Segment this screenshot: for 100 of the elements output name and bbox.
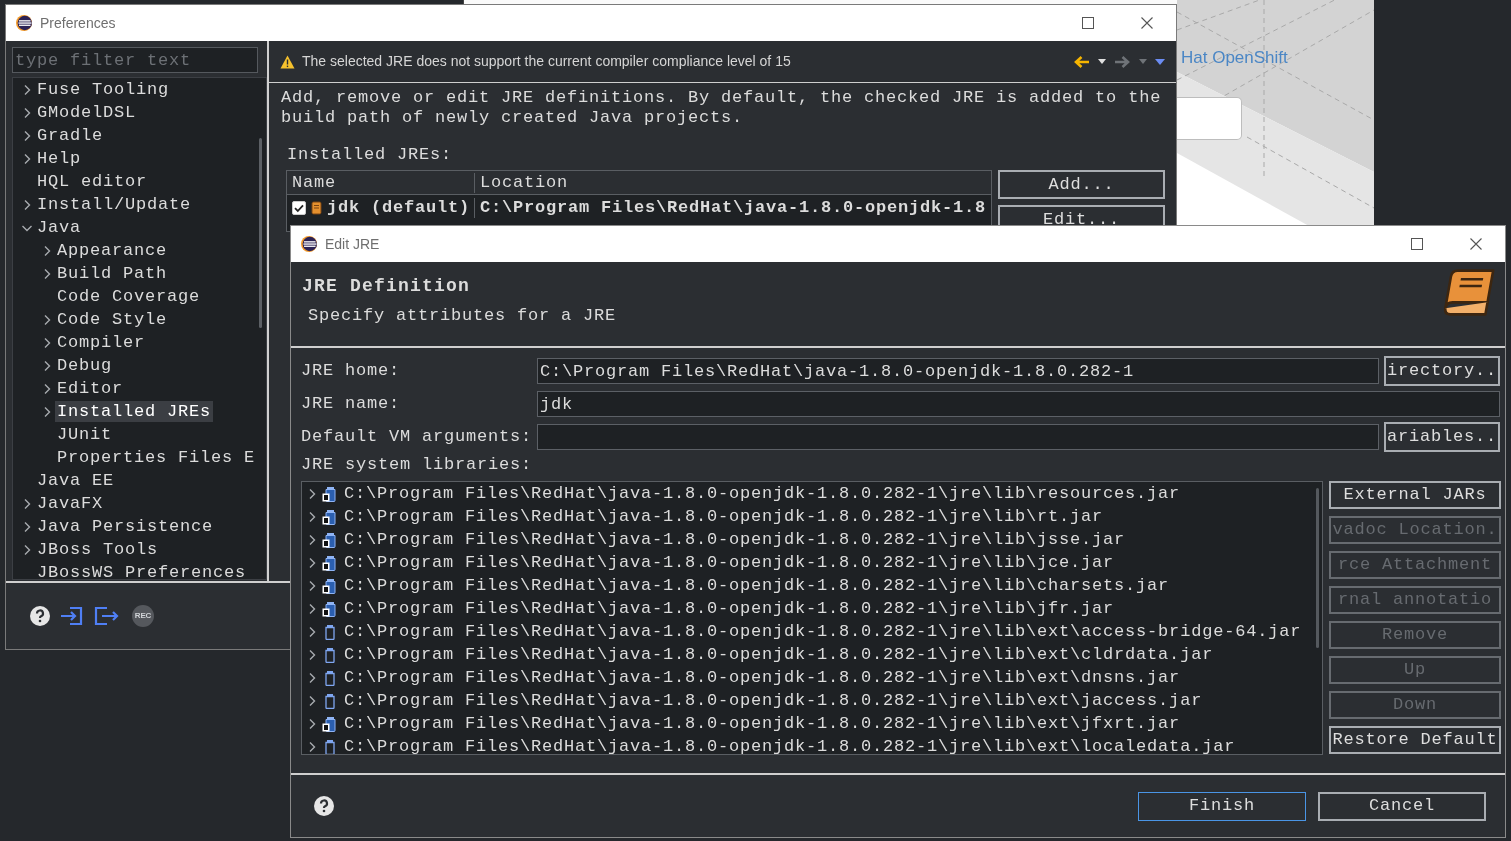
tree-item[interactable]: JUnit bbox=[55, 424, 114, 445]
help-icon[interactable] bbox=[314, 796, 334, 816]
side-button[interactable]: Restore Default bbox=[1329, 726, 1501, 754]
dropdown-caret-icon[interactable] bbox=[1098, 59, 1106, 64]
close-icon[interactable] bbox=[1141, 17, 1153, 29]
chevron-right-icon[interactable] bbox=[308, 556, 316, 569]
library-path[interactable]: C:\Program Files\RedHat\java-1.8.0-openjdk-1.8.0.282-1\jre\lib\ext\cldrdata.jar bbox=[344, 644, 1214, 665]
dialog-heading: JRE Definition bbox=[302, 275, 472, 298]
chevron-right-icon[interactable] bbox=[308, 625, 316, 638]
side-button[interactable]: External JARs bbox=[1329, 481, 1501, 509]
tree-item[interactable]: Appearance bbox=[55, 240, 170, 261]
scrollbar-thumb[interactable] bbox=[259, 138, 262, 328]
chevron-right-icon[interactable] bbox=[308, 510, 316, 523]
library-path[interactable]: C:\Program Files\RedHat\java-1.8.0-openjdk-1.8.0.282-1\jre\lib\charsets.jar bbox=[344, 575, 1170, 596]
chevron-right-icon[interactable] bbox=[43, 382, 51, 395]
chevron-right-icon[interactable] bbox=[308, 648, 316, 661]
chevron-right-icon[interactable] bbox=[23, 520, 31, 533]
back-arrow-icon[interactable] bbox=[1073, 54, 1090, 69]
scrollbar-thumb[interactable] bbox=[1316, 488, 1319, 648]
chevron-right-icon[interactable] bbox=[23, 198, 31, 211]
chevron-right-icon[interactable] bbox=[43, 405, 51, 418]
import-icon[interactable] bbox=[60, 606, 84, 626]
chevron-right-icon[interactable] bbox=[43, 267, 51, 280]
library-path[interactable]: C:\Program Files\RedHat\java-1.8.0-openjdk-1.8.0.282-1\jre\lib\ext\localedata.jar bbox=[344, 736, 1236, 754]
library-path[interactable]: C:\Program Files\RedHat\java-1.8.0-openjdk-1.8.0.282-1\jre\lib\rt.jar bbox=[344, 506, 1104, 527]
chevron-right-icon[interactable] bbox=[308, 487, 316, 500]
chevron-down-icon[interactable] bbox=[21, 223, 33, 232]
field-action-button[interactable]: irectory.. bbox=[1384, 356, 1500, 386]
library-path[interactable]: C:\Program Files\RedHat\java-1.8.0-openjdk-1.8.0.282-1\jre\lib\ext\dnsns.jar bbox=[344, 667, 1181, 688]
tree-item[interactable]: GModelDSL bbox=[35, 102, 138, 123]
tree-item[interactable]: Install/Update bbox=[35, 194, 194, 215]
forward-arrow-icon[interactable] bbox=[1114, 54, 1131, 69]
library-path[interactable]: C:\Program Files\RedHat\java-1.8.0-openjdk-1.8.0.282-1\jre\lib\ext\jaccess.jar bbox=[344, 690, 1203, 711]
tree-item[interactable]: Editor bbox=[55, 378, 125, 399]
chevron-right-icon[interactable] bbox=[23, 83, 31, 96]
tree-item[interactable]: JBossWS Preferences bbox=[35, 562, 249, 579]
chevron-right-icon[interactable] bbox=[308, 602, 316, 615]
library-path[interactable]: C:\Program Files\RedHat\java-1.8.0-openjdk-1.8.0.282-1\jre\lib\jfr.jar bbox=[344, 598, 1115, 619]
dialog-button[interactable]: Add... bbox=[998, 170, 1165, 199]
text-field[interactable] bbox=[537, 424, 1379, 450]
field-label: Default VM arguments: bbox=[301, 427, 534, 447]
chevron-right-icon[interactable] bbox=[23, 106, 31, 119]
record-button[interactable]: REC bbox=[132, 605, 154, 627]
dialog-button[interactable]: Cancel bbox=[1318, 791, 1486, 821]
column-header[interactable]: Name bbox=[287, 172, 475, 193]
jar-icon bbox=[322, 738, 338, 754]
window-title: Preferences bbox=[40, 14, 116, 32]
tree-item[interactable]: JavaFX bbox=[35, 493, 105, 514]
chevron-right-icon[interactable] bbox=[43, 336, 51, 349]
library-path[interactable]: C:\Program Files\RedHat\java-1.8.0-openjdk-1.8.0.282-1\jre\lib\jce.jar bbox=[344, 552, 1115, 573]
library-path[interactable]: C:\Program Files\RedHat\java-1.8.0-openjdk-1.8.0.282-1\jre\lib\jsse.jar bbox=[344, 529, 1126, 550]
library-path[interactable]: C:\Program Files\RedHat\java-1.8.0-openjdk-1.8.0.282-1\jre\lib\ext\jfxrt.jar bbox=[344, 713, 1181, 734]
dialog-button[interactable]: Finish bbox=[1138, 791, 1306, 821]
checkbox-checked-icon[interactable] bbox=[292, 200, 306, 215]
tree-item[interactable]: HQL editor bbox=[35, 171, 150, 192]
chevron-right-icon[interactable] bbox=[23, 129, 31, 142]
tree-item[interactable]: Compiler bbox=[55, 332, 147, 353]
close-icon[interactable] bbox=[1470, 238, 1482, 250]
tree-item[interactable]: Properties Files E bbox=[55, 447, 258, 468]
library-path[interactable]: C:\Program Files\RedHat\java-1.8.0-openjdk-1.8.0.282-1\jre\lib\ext\access-bridge-64.jar bbox=[344, 621, 1302, 642]
chevron-right-icon[interactable] bbox=[308, 740, 316, 753]
tree-item[interactable]: Build Path bbox=[55, 263, 170, 284]
tree-item[interactable]: Debug bbox=[55, 355, 114, 376]
chevron-right-icon[interactable] bbox=[23, 497, 31, 510]
tree-item[interactable]: JBoss Tools bbox=[35, 539, 161, 560]
jre-location[interactable]: C:\Program Files\RedHat\java-1.8.0-openjdk-1.8 bbox=[480, 197, 987, 218]
library-path[interactable]: C:\Program Files\RedHat\java-1.8.0-openjdk-1.8.0.282-1\jre\lib\resources.jar bbox=[344, 483, 1181, 504]
tree-item[interactable]: Gradle bbox=[35, 125, 105, 146]
view-menu-icon[interactable] bbox=[1155, 58, 1165, 65]
maximize-icon[interactable] bbox=[1082, 17, 1094, 29]
chevron-right-icon[interactable] bbox=[43, 359, 51, 372]
help-icon[interactable] bbox=[30, 606, 50, 626]
chevron-right-icon[interactable] bbox=[308, 533, 316, 546]
tree-item[interactable]: Fuse Tooling bbox=[35, 79, 172, 100]
column-header[interactable]: Location bbox=[475, 172, 991, 193]
tree-item[interactable]: Code Coverage bbox=[55, 286, 203, 307]
chevron-right-icon[interactable] bbox=[308, 579, 316, 592]
field-action-button[interactable]: ariables.. bbox=[1384, 422, 1500, 452]
chevron-right-icon[interactable] bbox=[308, 717, 316, 730]
chevron-right-icon[interactable] bbox=[43, 244, 51, 257]
tree-item[interactable]: Java EE bbox=[35, 470, 116, 491]
chevron-right-icon[interactable] bbox=[23, 152, 31, 165]
chevron-right-icon[interactable] bbox=[308, 671, 316, 684]
filter-field[interactable]: type filter text bbox=[12, 47, 258, 73]
chevron-right-icon[interactable] bbox=[23, 543, 31, 556]
tree-item[interactable]: Java bbox=[35, 217, 83, 238]
tree-item[interactable]: Java Persistence bbox=[35, 516, 216, 537]
jar-attachment-icon bbox=[322, 531, 338, 548]
export-icon[interactable] bbox=[94, 606, 120, 626]
warning-message: The selected JRE does not support the current compiler compliance level of 15 bbox=[302, 52, 791, 71]
tree-item[interactable]: Help bbox=[35, 148, 83, 169]
tree-item[interactable]: Code Style bbox=[55, 309, 170, 330]
tree-item[interactable]: Installed JREs bbox=[55, 401, 214, 422]
chevron-right-icon[interactable] bbox=[308, 694, 316, 707]
input-field[interactable] bbox=[1177, 97, 1242, 140]
text-field[interactable]: jdk bbox=[537, 391, 1500, 417]
jre-name[interactable]: jdk (default) bbox=[327, 197, 471, 218]
maximize-icon[interactable] bbox=[1411, 238, 1423, 250]
text-field[interactable]: C:\Program Files\RedHat\java-1.8.0-openjdk-1.8.0.282-1 bbox=[537, 358, 1379, 384]
chevron-right-icon[interactable] bbox=[43, 313, 51, 326]
